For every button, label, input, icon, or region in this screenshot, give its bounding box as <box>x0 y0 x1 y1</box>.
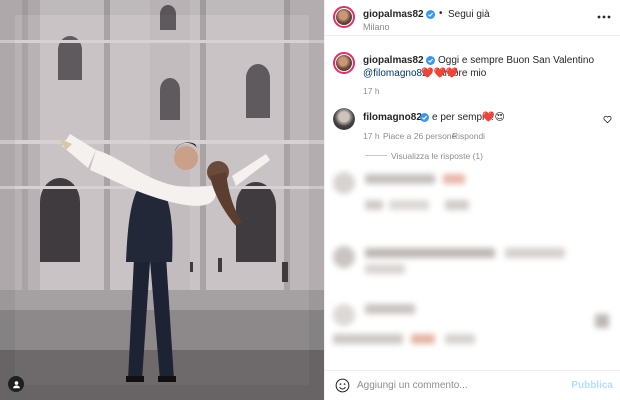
following-button[interactable]: Segui già <box>448 9 490 20</box>
caption-time[interactable]: 17 h <box>363 86 380 96</box>
author-avatar[interactable] <box>333 6 355 28</box>
comment-time[interactable]: 17 h <box>363 131 380 141</box>
comment-input[interactable] <box>357 376 567 394</box>
commenter-username[interactable]: filomagno82 <box>363 112 422 123</box>
follow-separator: • <box>439 8 443 19</box>
post-photo[interactable] <box>0 0 324 400</box>
comment-emojis: ❤️😍 <box>482 112 505 123</box>
post-location[interactable]: Milano <box>363 22 390 32</box>
view-replies-button[interactable]: Visualizza le risposte (1) <box>391 151 483 161</box>
comment-likes[interactable]: Piace a 26 persone <box>383 131 456 141</box>
blurred-comments <box>325 164 620 364</box>
emoji-icon[interactable] <box>335 378 350 393</box>
post-side-panel: giopalmas82 • Segui già Milano giopalmas… <box>324 0 620 400</box>
caption-mention-link[interactable]: @filomagno82 <box>363 67 428 80</box>
verified-badge-icon <box>426 10 435 19</box>
commenter-avatar[interactable] <box>333 108 355 130</box>
heart-outline-icon[interactable] <box>603 115 612 124</box>
verified-badge-icon <box>426 56 435 65</box>
more-options-icon[interactable] <box>597 14 611 20</box>
comment-composer: Pubblica <box>325 370 620 400</box>
wedding-photo-illustration <box>0 0 324 400</box>
caption-text: Oggi e sempre Buon San Valentino Amore m… <box>438 55 595 79</box>
publish-button[interactable]: Pubblica <box>571 380 613 391</box>
replies-divider <box>365 155 387 156</box>
reply-button[interactable]: Rispondi <box>452 131 485 141</box>
caption-author-username[interactable]: giopalmas82 <box>363 55 424 66</box>
verified-badge-icon <box>420 113 429 122</box>
instagram-post: giopalmas82 • Segui già Milano giopalmas… <box>0 0 620 400</box>
post-header: giopalmas82 • Segui già Milano <box>325 0 620 36</box>
person-tag-icon[interactable] <box>8 376 24 392</box>
caption-hearts: ❤️❤️❤️ <box>421 68 459 79</box>
caption-author-avatar[interactable] <box>333 52 355 74</box>
author-username[interactable]: giopalmas82 <box>363 9 424 20</box>
